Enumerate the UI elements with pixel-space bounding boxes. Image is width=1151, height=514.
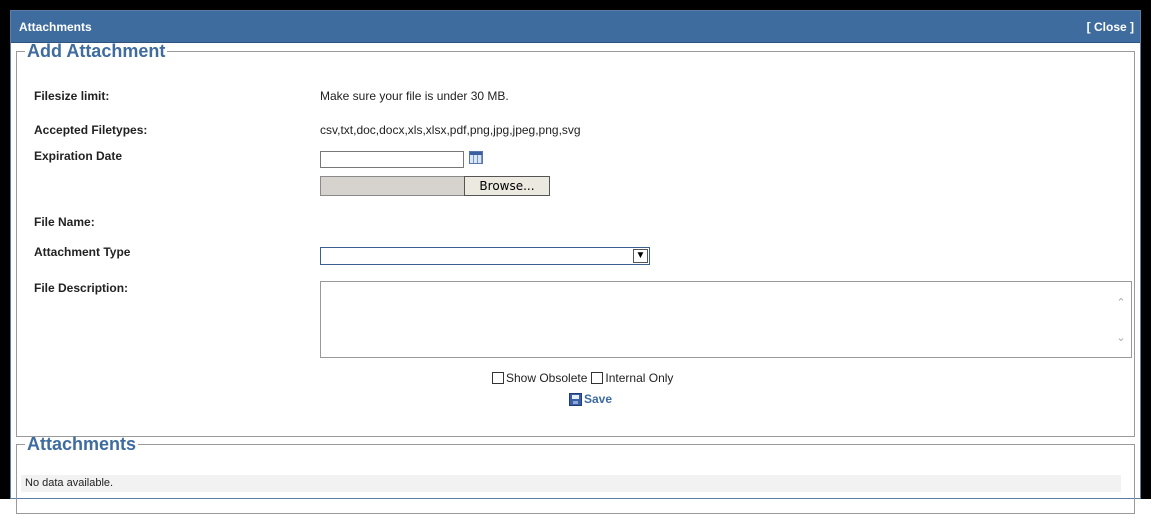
file-name-label: File Name: — [34, 215, 95, 229]
dialog-titlebar: Attachments [ Close ] — [11, 11, 1140, 43]
floppy-disk-icon — [569, 392, 582, 406]
file-picker: Browse... — [320, 176, 550, 196]
internal-only-checkbox[interactable] — [591, 372, 604, 384]
scroll-up-icon[interactable]: ⌃ — [1115, 298, 1127, 309]
attachment-type-select[interactable]: ▼ — [320, 247, 650, 265]
file-description-textarea[interactable]: ⌃ ⌄ — [320, 281, 1132, 358]
file-path-field[interactable] — [320, 176, 464, 196]
add-attachment-legend: Add Attachment — [27, 41, 166, 61]
expiration-date-label: Expiration Date — [34, 149, 123, 163]
window-frame: Attachments [ Close ] Add Attachment Fil… — [0, 0, 1151, 514]
attachments-list-section: Attachments No data available. — [16, 434, 1135, 514]
show-obsolete-option[interactable]: Show Obsolete — [492, 371, 587, 385]
attachments-dialog: Attachments [ Close ] Add Attachment Fil… — [10, 10, 1141, 514]
empty-state-text: No data available. — [21, 475, 1121, 492]
show-obsolete-checkbox[interactable] — [492, 372, 504, 384]
browse-button[interactable]: Browse... — [464, 176, 550, 196]
attachments-list-legend: Attachments — [27, 434, 137, 454]
options-row: Show Obsolete Internal Only — [492, 371, 673, 385]
attachment-type-label: Attachment Type — [34, 245, 131, 259]
internal-only-label: Internal Only — [605, 371, 674, 385]
save-label: Save — [584, 392, 613, 406]
save-button[interactable]: Save — [569, 392, 612, 406]
internal-only-option[interactable]: Internal Only — [591, 371, 673, 385]
filetypes-label: Accepted Filetypes: — [34, 123, 148, 137]
scroll-down-icon[interactable]: ⌄ — [1115, 333, 1127, 344]
show-obsolete-label: Show Obsolete — [506, 371, 588, 385]
filesize-label: Filesize limit: — [34, 89, 110, 103]
filetypes-value: csv,txt,doc,docx,xls,xlsx,pdf,png,jpg,jp… — [320, 123, 581, 137]
calendar-icon[interactable] — [469, 151, 483, 164]
close-button[interactable]: [ Close ] — [1087, 20, 1134, 34]
add-attachment-section: Add Attachment Filesize limit: Make sure… — [16, 41, 1135, 437]
dialog-title: Attachments — [19, 19, 92, 34]
chevron-down-icon[interactable]: ▼ — [633, 249, 648, 263]
file-description-label: File Description: — [34, 281, 129, 295]
filesize-value: Make sure your file is under 30 MB. — [320, 89, 509, 103]
expiration-date-input[interactable] — [320, 151, 464, 168]
